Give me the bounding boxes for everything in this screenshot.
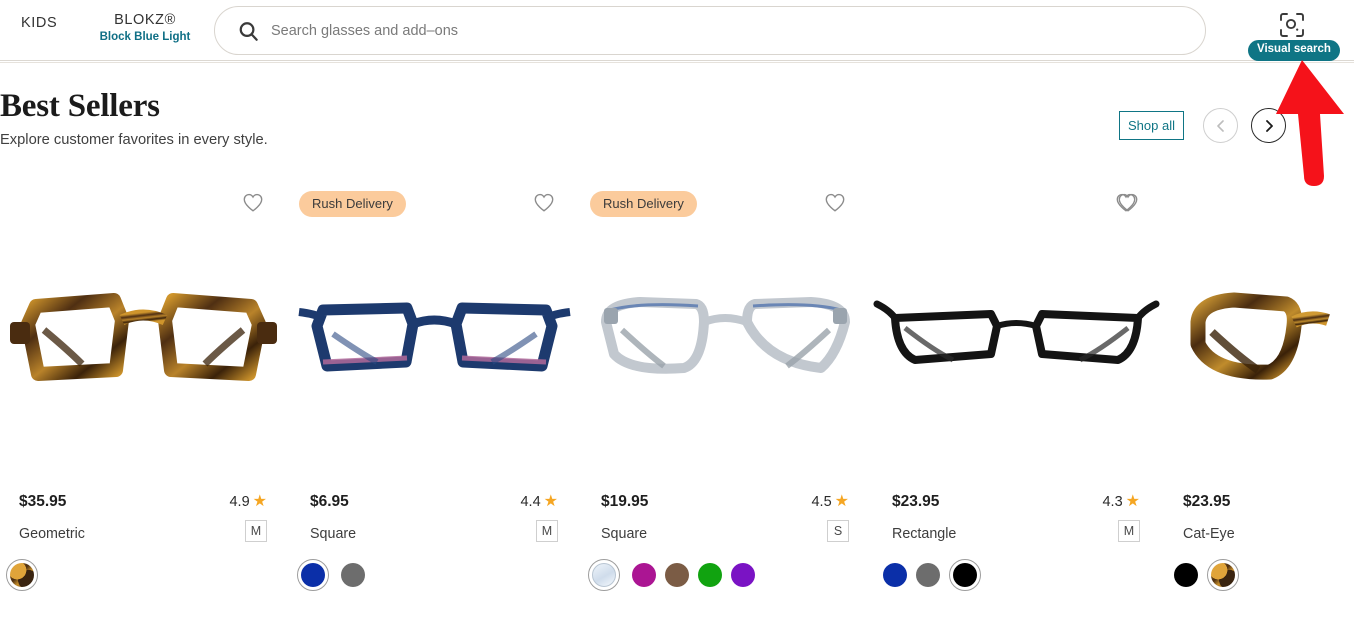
product-card[interactable]: $23.95 Rectangle 4.3 ★ M	[871, 178, 1162, 598]
star-icon: ★	[834, 493, 849, 510]
page-subtitle: Explore customer favorites in every styl…	[0, 132, 268, 148]
product-shape: Geometric	[19, 526, 85, 542]
color-swatch-tortoise[interactable]	[1207, 559, 1239, 591]
rush-delivery-badge: Rush Delivery	[590, 191, 697, 217]
color-swatch-magenta[interactable]	[632, 563, 656, 587]
color-swatch-brown[interactable]	[665, 563, 689, 587]
carousel-prev-button[interactable]	[1203, 108, 1238, 143]
rating-value: 4.5	[811, 494, 832, 510]
top-navigation-bar: KIDS BLOKZ® Block Blue Light Search glas…	[0, 0, 1354, 63]
search-input[interactable]	[271, 7, 1191, 54]
nav-item-kids-label: KIDS	[21, 15, 58, 31]
color-swatch-green[interactable]	[698, 563, 722, 587]
product-price: $23.95	[892, 493, 940, 510]
product-card[interactable]: $35.95 Geometric 4.9 ★ M	[0, 178, 289, 598]
search-icon	[237, 20, 260, 43]
color-swatch-list[interactable]	[6, 559, 38, 591]
heart-outline-icon[interactable]	[533, 192, 555, 213]
nav-item-kids[interactable]: KIDS	[21, 15, 57, 31]
product-size-badge: M	[1118, 520, 1140, 542]
carousel-next-button[interactable]	[1251, 108, 1286, 143]
nav-item-blokz-sublabel: Block Blue Light	[99, 31, 191, 43]
chevron-right-icon	[1262, 119, 1276, 133]
search-bar[interactable]	[214, 6, 1206, 55]
product-rating: 4.5 ★	[811, 493, 849, 511]
nav-item-blokz[interactable]: BLOKZ® Block Blue Light	[90, 12, 200, 43]
visual-search-control[interactable]: Visual search	[1248, 4, 1340, 61]
star-icon: ★	[543, 493, 558, 510]
rating-value: 4.9	[229, 494, 250, 510]
nav-item-blokz-label: BLOKZ®	[114, 12, 176, 28]
product-price: $35.95	[19, 493, 67, 510]
product-shape: Cat-Eye	[1183, 526, 1235, 542]
product-shape: Square	[601, 526, 648, 542]
color-swatch-blue[interactable]	[883, 563, 907, 587]
star-icon: ★	[1125, 493, 1140, 510]
chevron-left-icon	[1214, 119, 1228, 133]
color-swatch-black[interactable]	[1174, 563, 1198, 587]
product-card[interactable]: Rush Delivery	[289, 178, 580, 598]
rating-value: 4.4	[520, 494, 541, 510]
heart-outline-icon[interactable]	[242, 192, 264, 213]
color-swatch-purple[interactable]	[731, 563, 755, 587]
color-swatch-grey[interactable]	[916, 563, 940, 587]
product-card[interactable]: $23.95 Cat-Eye	[1118, 178, 1354, 598]
product-shape: Rectangle	[892, 526, 957, 542]
shop-all-button[interactable]: Shop all	[1119, 111, 1184, 140]
color-swatch-tortoise[interactable]	[6, 559, 38, 591]
rush-delivery-badge: Rush Delivery	[299, 191, 406, 217]
page-root: KIDS BLOKZ® Block Blue Light Search glas…	[0, 0, 1354, 627]
product-card[interactable]: Rush Delivery	[580, 178, 871, 598]
color-swatch-list[interactable]	[297, 559, 365, 591]
product-price: $23.95	[1183, 493, 1231, 510]
product-size-badge: M	[536, 520, 558, 542]
color-swatch-list[interactable]	[588, 559, 755, 591]
product-price: $6.95	[310, 493, 349, 510]
color-swatch-list[interactable]	[879, 559, 981, 591]
color-swatch-grey[interactable]	[341, 563, 365, 587]
color-swatch-black[interactable]	[949, 559, 981, 591]
heart-outline-icon[interactable]	[1117, 192, 1139, 213]
star-icon: ★	[252, 493, 267, 510]
product-shape: Square	[310, 526, 357, 542]
color-swatch-clear[interactable]	[588, 559, 620, 591]
best-sellers-carousel[interactable]: $35.95 Geometric 4.9 ★ M Rush Delivery $…	[0, 178, 1354, 598]
visual-search-label: Visual search	[1257, 43, 1331, 55]
product-rating: 4.9 ★	[229, 493, 267, 511]
product-size-badge: M	[245, 520, 267, 542]
visual-search-button[interactable]: Visual search	[1248, 40, 1340, 61]
product-image-cateye-tortoise[interactable]	[1178, 278, 1354, 408]
heart-outline-icon[interactable]	[824, 192, 846, 213]
visual-search-icon[interactable]	[1276, 9, 1308, 41]
color-swatch-blue[interactable]	[297, 559, 329, 591]
product-rating: 4.3 ★	[1102, 493, 1140, 511]
color-swatch-list[interactable]	[1174, 559, 1239, 591]
product-image-geometric-tortoise[interactable]	[0, 278, 289, 408]
product-price: $19.95	[601, 493, 649, 510]
product-image-square-clear[interactable]	[580, 278, 871, 408]
rating-value: 4.3	[1102, 494, 1123, 510]
shop-all-label: Shop all	[1128, 118, 1175, 133]
product-rating: 4.4 ★	[520, 493, 558, 511]
product-size-badge: S	[827, 520, 849, 542]
product-image-square-blue[interactable]	[289, 278, 580, 408]
page-title: Best Sellers	[0, 88, 160, 124]
product-image-rectangle-black[interactable]	[871, 278, 1162, 408]
